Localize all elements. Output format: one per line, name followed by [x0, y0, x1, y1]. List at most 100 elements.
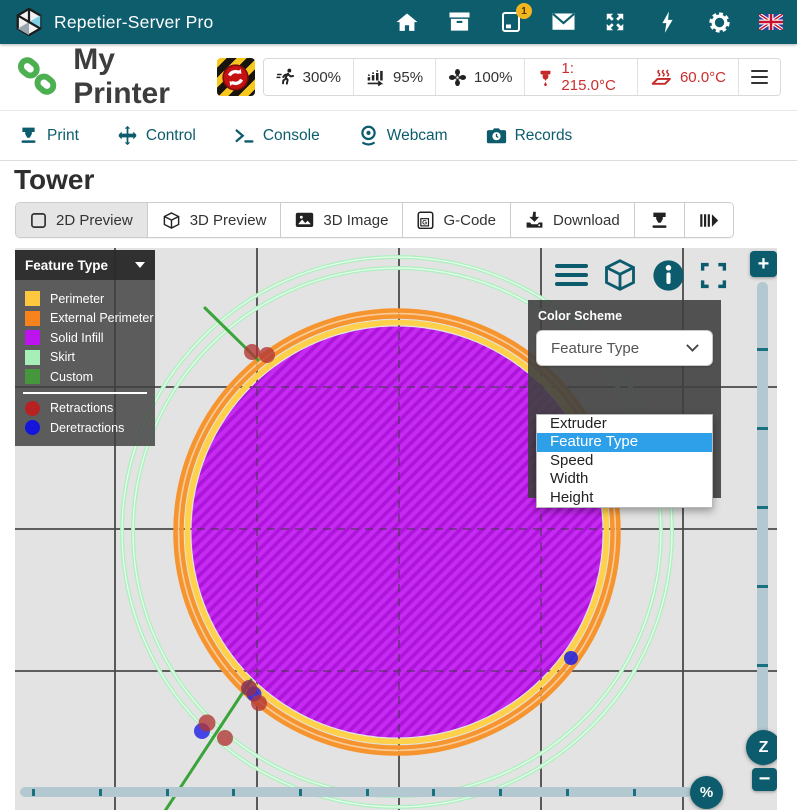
legend-item-label: Custom	[50, 370, 93, 384]
speed-multiplier-button[interactable]: 300%	[264, 59, 353, 95]
preview-info-icon[interactable]	[652, 259, 685, 292]
emergency-stop-button[interactable]	[217, 58, 254, 96]
tab-console[interactable]: Console	[234, 127, 320, 145]
print-nozzle-icon	[18, 125, 39, 146]
legend-item-label: Solid Infill	[50, 331, 104, 345]
tab-control-label: Control	[146, 127, 196, 145]
z-mode-button[interactable]: Z	[746, 730, 777, 765]
color-swatch	[25, 369, 40, 384]
legend-header[interactable]: Feature Type	[15, 250, 155, 280]
records-camera-icon	[486, 127, 507, 145]
tab-print-label: Print	[47, 127, 79, 145]
view-gcode-button[interactable]: G G-Code	[402, 203, 510, 237]
power-bolt-icon[interactable]	[655, 10, 679, 34]
legend-separator	[23, 392, 147, 394]
webcam-icon	[358, 125, 379, 145]
gcode-2d-preview-canvas[interactable]: Feature Type Perimeter External Perimete…	[15, 248, 777, 810]
fan-speed-button[interactable]: 100%	[435, 59, 524, 95]
tab-control[interactable]: Control	[117, 125, 196, 146]
mail-icon[interactable]	[551, 10, 575, 34]
move-arrows-icon	[117, 125, 138, 146]
option-extruder[interactable]: Extruder	[537, 415, 712, 433]
reprint-button[interactable]	[634, 203, 684, 237]
preview-menu-icon[interactable]	[555, 264, 588, 287]
color-scheme-label: Color Scheme	[528, 300, 721, 330]
preview-3d-cube-icon[interactable]	[602, 257, 638, 293]
option-speed[interactable]: Speed	[537, 452, 712, 470]
archive-box-icon[interactable]	[447, 10, 471, 34]
printer-menu-button[interactable]	[738, 59, 780, 95]
view-3d-image-button[interactable]: 3D Image	[280, 203, 402, 237]
legend-title: Feature Type	[25, 258, 127, 273]
image-icon	[295, 212, 314, 228]
tab-records-label: Records	[515, 127, 573, 145]
option-width[interactable]: Width	[537, 470, 712, 488]
download-label: Download	[553, 212, 620, 229]
print-nozzle-icon	[649, 210, 670, 231]
language-flag-icon[interactable]	[759, 10, 783, 34]
repetier-logo[interactable]	[14, 7, 44, 37]
legend-item: Perimeter	[15, 289, 155, 309]
flow-bars-icon	[366, 68, 386, 86]
tab-print[interactable]: Print	[18, 125, 79, 146]
tab-records[interactable]: Records	[486, 127, 573, 145]
legend-item-label: Retractions	[50, 401, 113, 415]
speed-runner-icon	[276, 67, 296, 87]
tab-webcam-label: Webcam	[387, 127, 448, 145]
legend-item: Skirt	[15, 348, 155, 368]
chevron-down-icon	[135, 262, 145, 268]
legend-item: Deretractions	[15, 418, 155, 438]
color-swatch	[25, 350, 40, 365]
bed-temp-button[interactable]: 60.0°C	[637, 59, 738, 95]
flow-multiplier-button[interactable]: 95%	[353, 59, 435, 95]
color-scheme-dropdown: Extruder Feature Type Speed Width Height	[536, 414, 713, 508]
percent-mode-button[interactable]: %	[690, 776, 723, 809]
preview-toolbar	[555, 258, 725, 292]
fullscreen-icon[interactable]	[699, 261, 728, 290]
zoom-in-button[interactable]: +	[750, 251, 777, 277]
zoom-out-button[interactable]: −	[752, 768, 777, 791]
color-swatch	[25, 330, 40, 345]
speed-value: 300%	[303, 69, 341, 86]
view-3d-preview-button[interactable]: 3D Preview	[147, 203, 281, 237]
view-2d-preview-label: 2D Preview	[56, 212, 133, 229]
layer-slider-vertical[interactable]	[757, 282, 768, 766]
option-height[interactable]: Height	[537, 489, 712, 507]
printer-queue-icon[interactable]: 1	[499, 10, 523, 34]
color-scheme-select[interactable]: Feature Type	[536, 330, 713, 366]
view-2d-preview-button[interactable]: 2D Preview	[16, 203, 147, 237]
svg-text:G: G	[423, 219, 428, 226]
printer-tabbar: Print Control Console Webcam Records	[0, 111, 797, 161]
app-title: Repetier-Server Pro	[54, 12, 213, 33]
position-slider-horizontal[interactable]	[20, 787, 692, 797]
expand-icon[interactable]	[603, 10, 627, 34]
view-3d-image-label: 3D Image	[323, 212, 388, 229]
fan-value: 100%	[474, 69, 512, 86]
color-scheme-panel: Color Scheme Feature Type Extruder Featu…	[528, 300, 721, 498]
extruder-temp-button[interactable]: 1: 215.0°C	[524, 59, 637, 95]
download-button[interactable]: Download	[510, 203, 634, 237]
download-icon	[525, 211, 544, 228]
square-outline-icon	[30, 212, 47, 229]
fan-icon	[448, 68, 467, 87]
settings-gear-icon[interactable]	[707, 10, 731, 34]
layer-bars-play-icon	[699, 213, 719, 228]
tab-console-label: Console	[263, 127, 320, 145]
tab-webcam[interactable]: Webcam	[358, 125, 448, 145]
connection-link-icon	[16, 55, 59, 99]
preview-mode-button-group: 2D Preview 3D Preview 3D Image G G-Code …	[15, 202, 734, 238]
hamburger-icon	[751, 70, 768, 85]
option-feature-type[interactable]: Feature Type	[537, 433, 712, 451]
extruder-icon	[537, 69, 554, 86]
legend-item-label: Perimeter	[50, 292, 104, 306]
cube-icon	[162, 211, 181, 230]
home-icon[interactable]	[395, 10, 419, 34]
top-navbar: Repetier-Server Pro 1	[0, 0, 797, 44]
notification-badge: 1	[516, 3, 532, 19]
extruder-temp-value: 1: 215.0°C	[561, 60, 625, 94]
view-3d-preview-label: 3D Preview	[190, 212, 267, 229]
layer-range-button[interactable]	[684, 203, 733, 237]
color-swatch	[25, 311, 40, 326]
printer-header: My Printer	[0, 44, 797, 111]
legend-item: External Perimeter	[15, 309, 155, 329]
